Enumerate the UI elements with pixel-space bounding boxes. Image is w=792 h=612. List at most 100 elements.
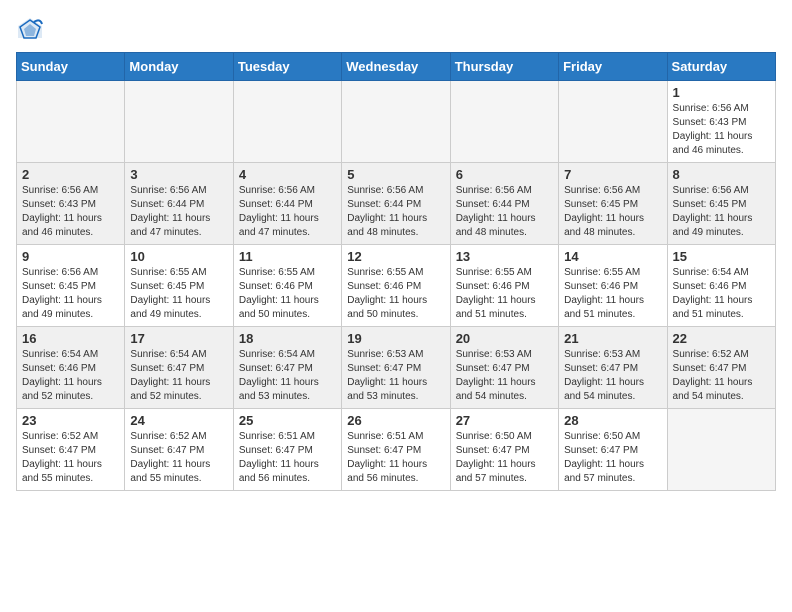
day-number: 21	[564, 331, 661, 346]
weekday-header: Saturday	[667, 53, 775, 81]
day-info: Sunrise: 6:55 AM Sunset: 6:46 PM Dayligh…	[456, 266, 553, 322]
day-info: Sunrise: 6:55 AM Sunset: 6:46 PM Dayligh…	[239, 266, 336, 322]
day-number: 4	[239, 167, 336, 182]
calendar-table: SundayMondayTuesdayWednesdayThursdayFrid…	[16, 52, 776, 491]
calendar-week-row: 9 Sunrise: 6:56 AM Sunset: 6:45 PM Daylig…	[17, 245, 776, 327]
calendar-cell: 13 Sunrise: 6:55 AM Sunset: 6:46 PM Dayli…	[450, 245, 558, 327]
day-info: Sunrise: 6:54 AM Sunset: 6:46 PM Dayligh…	[22, 348, 119, 404]
day-number: 20	[456, 331, 553, 346]
day-info: Sunrise: 6:53 AM Sunset: 6:47 PM Dayligh…	[564, 348, 661, 404]
calendar-cell: 24 Sunrise: 6:52 AM Sunset: 6:47 PM Dayli…	[125, 409, 233, 491]
day-number: 6	[456, 167, 553, 182]
day-number: 22	[673, 331, 770, 346]
day-info: Sunrise: 6:55 AM Sunset: 6:46 PM Dayligh…	[347, 266, 444, 322]
day-number: 10	[130, 249, 227, 264]
calendar-cell: 19Sunrise: 6:53 AM Sunset: 6:47 PM Dayli…	[342, 327, 450, 409]
calendar-cell: 8Sunrise: 6:56 AM Sunset: 6:45 PM Daylig…	[667, 163, 775, 245]
day-info: Sunrise: 6:51 AM Sunset: 6:47 PM Dayligh…	[347, 430, 444, 486]
calendar-cell: 14 Sunrise: 6:55 AM Sunset: 6:46 PM Dayli…	[559, 245, 667, 327]
calendar-cell: 10 Sunrise: 6:55 AM Sunset: 6:45 PM Dayli…	[125, 245, 233, 327]
calendar-cell	[233, 81, 341, 163]
day-number: 16	[22, 331, 119, 346]
calendar-cell	[559, 81, 667, 163]
day-info: Sunrise: 6:56 AM Sunset: 6:44 PM Dayligh…	[347, 184, 444, 240]
day-info: Sunrise: 6:55 AM Sunset: 6:46 PM Dayligh…	[564, 266, 661, 322]
weekday-header: Sunday	[17, 53, 125, 81]
day-info: Sunrise: 6:50 AM Sunset: 6:47 PM Dayligh…	[456, 430, 553, 486]
day-number: 27	[456, 413, 553, 428]
day-number: 1	[673, 85, 770, 100]
calendar-cell	[342, 81, 450, 163]
day-info: Sunrise: 6:56 AM Sunset: 6:44 PM Dayligh…	[239, 184, 336, 240]
day-info: Sunrise: 6:56 AM Sunset: 6:45 PM Dayligh…	[673, 184, 770, 240]
calendar-cell: 6 Sunrise: 6:56 AM Sunset: 6:44 PM Daylig…	[450, 163, 558, 245]
calendar-week-row: 16 Sunrise: 6:54 AM Sunset: 6:46 PM Dayli…	[17, 327, 776, 409]
calendar-cell	[450, 81, 558, 163]
day-number: 28	[564, 413, 661, 428]
calendar-cell	[667, 409, 775, 491]
day-info: Sunrise: 6:56 AM Sunset: 6:44 PM Dayligh…	[130, 184, 227, 240]
day-info: Sunrise: 6:56 AM Sunset: 6:44 PM Dayligh…	[456, 184, 553, 240]
day-info: Sunrise: 6:52 AM Sunset: 6:47 PM Dayligh…	[130, 430, 227, 486]
day-number: 23	[22, 413, 119, 428]
day-number: 11	[239, 249, 336, 264]
day-number: 15	[673, 249, 770, 264]
day-number: 24	[130, 413, 227, 428]
day-info: Sunrise: 6:56 AM Sunset: 6:45 PM Dayligh…	[22, 266, 119, 322]
day-number: 13	[456, 249, 553, 264]
day-info: Sunrise: 6:53 AM Sunset: 6:47 PM Dayligh…	[347, 348, 444, 404]
logo-icon	[16, 16, 44, 44]
weekday-header: Thursday	[450, 53, 558, 81]
calendar-cell: 21 Sunrise: 6:53 AM Sunset: 6:47 PM Dayli…	[559, 327, 667, 409]
day-info: Sunrise: 6:56 AM Sunset: 6:45 PM Dayligh…	[564, 184, 661, 240]
calendar-week-row: 2 Sunrise: 6:56 AM Sunset: 6:43 PM Daylig…	[17, 163, 776, 245]
calendar-cell: 3 Sunrise: 6:56 AM Sunset: 6:44 PM Daylig…	[125, 163, 233, 245]
day-number: 5	[347, 167, 444, 182]
weekday-header: Tuesday	[233, 53, 341, 81]
calendar-cell: 18 Sunrise: 6:54 AM Sunset: 6:47 PM Dayli…	[233, 327, 341, 409]
day-number: 18	[239, 331, 336, 346]
calendar-cell: 9 Sunrise: 6:56 AM Sunset: 6:45 PM Daylig…	[17, 245, 125, 327]
day-number: 17	[130, 331, 227, 346]
day-info: Sunrise: 6:56 AM Sunset: 6:43 PM Dayligh…	[673, 102, 770, 158]
calendar-cell: 11 Sunrise: 6:55 AM Sunset: 6:46 PM Dayli…	[233, 245, 341, 327]
weekday-header: Monday	[125, 53, 233, 81]
day-info: Sunrise: 6:51 AM Sunset: 6:47 PM Dayligh…	[239, 430, 336, 486]
calendar-cell: 7 Sunrise: 6:56 AM Sunset: 6:45 PM Daylig…	[559, 163, 667, 245]
day-number: 9	[22, 249, 119, 264]
day-info: Sunrise: 6:55 AM Sunset: 6:45 PM Dayligh…	[130, 266, 227, 322]
day-info: Sunrise: 6:56 AM Sunset: 6:43 PM Dayligh…	[22, 184, 119, 240]
day-info: Sunrise: 6:54 AM Sunset: 6:47 PM Dayligh…	[239, 348, 336, 404]
weekday-header: Friday	[559, 53, 667, 81]
day-info: Sunrise: 6:54 AM Sunset: 6:47 PM Dayligh…	[130, 348, 227, 404]
day-number: 14	[564, 249, 661, 264]
calendar-cell: 26 Sunrise: 6:51 AM Sunset: 6:47 PM Dayli…	[342, 409, 450, 491]
calendar-cell: 25 Sunrise: 6:51 AM Sunset: 6:47 PM Dayli…	[233, 409, 341, 491]
day-number: 7	[564, 167, 661, 182]
calendar-week-row: 23 Sunrise: 6:52 AM Sunset: 6:47 PM Dayli…	[17, 409, 776, 491]
calendar-cell: 1 Sunrise: 6:56 AM Sunset: 6:43 PM Daylig…	[667, 81, 775, 163]
calendar-cell: 2 Sunrise: 6:56 AM Sunset: 6:43 PM Daylig…	[17, 163, 125, 245]
day-number: 26	[347, 413, 444, 428]
calendar-cell	[125, 81, 233, 163]
day-number: 2	[22, 167, 119, 182]
day-info: Sunrise: 6:52 AM Sunset: 6:47 PM Dayligh…	[22, 430, 119, 486]
calendar-cell: 28 Sunrise: 6:50 AM Sunset: 6:47 PM Dayli…	[559, 409, 667, 491]
day-number: 3	[130, 167, 227, 182]
calendar-cell: 17 Sunrise: 6:54 AM Sunset: 6:47 PM Dayli…	[125, 327, 233, 409]
calendar-cell: 12Sunrise: 6:55 AM Sunset: 6:46 PM Dayli…	[342, 245, 450, 327]
calendar-cell: 27 Sunrise: 6:50 AM Sunset: 6:47 PM Dayli…	[450, 409, 558, 491]
calendar-cell: 5 Sunrise: 6:56 AM Sunset: 6:44 PM Daylig…	[342, 163, 450, 245]
day-info: Sunrise: 6:52 AM Sunset: 6:47 PM Dayligh…	[673, 348, 770, 404]
calendar-week-row: 1 Sunrise: 6:56 AM Sunset: 6:43 PM Daylig…	[17, 81, 776, 163]
day-info: Sunrise: 6:50 AM Sunset: 6:47 PM Dayligh…	[564, 430, 661, 486]
calendar-cell: 23 Sunrise: 6:52 AM Sunset: 6:47 PM Dayli…	[17, 409, 125, 491]
day-number: 25	[239, 413, 336, 428]
calendar-cell: 4 Sunrise: 6:56 AM Sunset: 6:44 PM Daylig…	[233, 163, 341, 245]
logo	[16, 16, 48, 44]
day-info: Sunrise: 6:54 AM Sunset: 6:46 PM Dayligh…	[673, 266, 770, 322]
calendar-cell: 22 Sunrise: 6:52 AM Sunset: 6:47 PM Dayli…	[667, 327, 775, 409]
calendar-header-row: SundayMondayTuesdayWednesdayThursdayFrid…	[17, 53, 776, 81]
calendar-cell: 20Sunrise: 6:53 AM Sunset: 6:47 PM Dayli…	[450, 327, 558, 409]
calendar-cell: 16 Sunrise: 6:54 AM Sunset: 6:46 PM Dayli…	[17, 327, 125, 409]
